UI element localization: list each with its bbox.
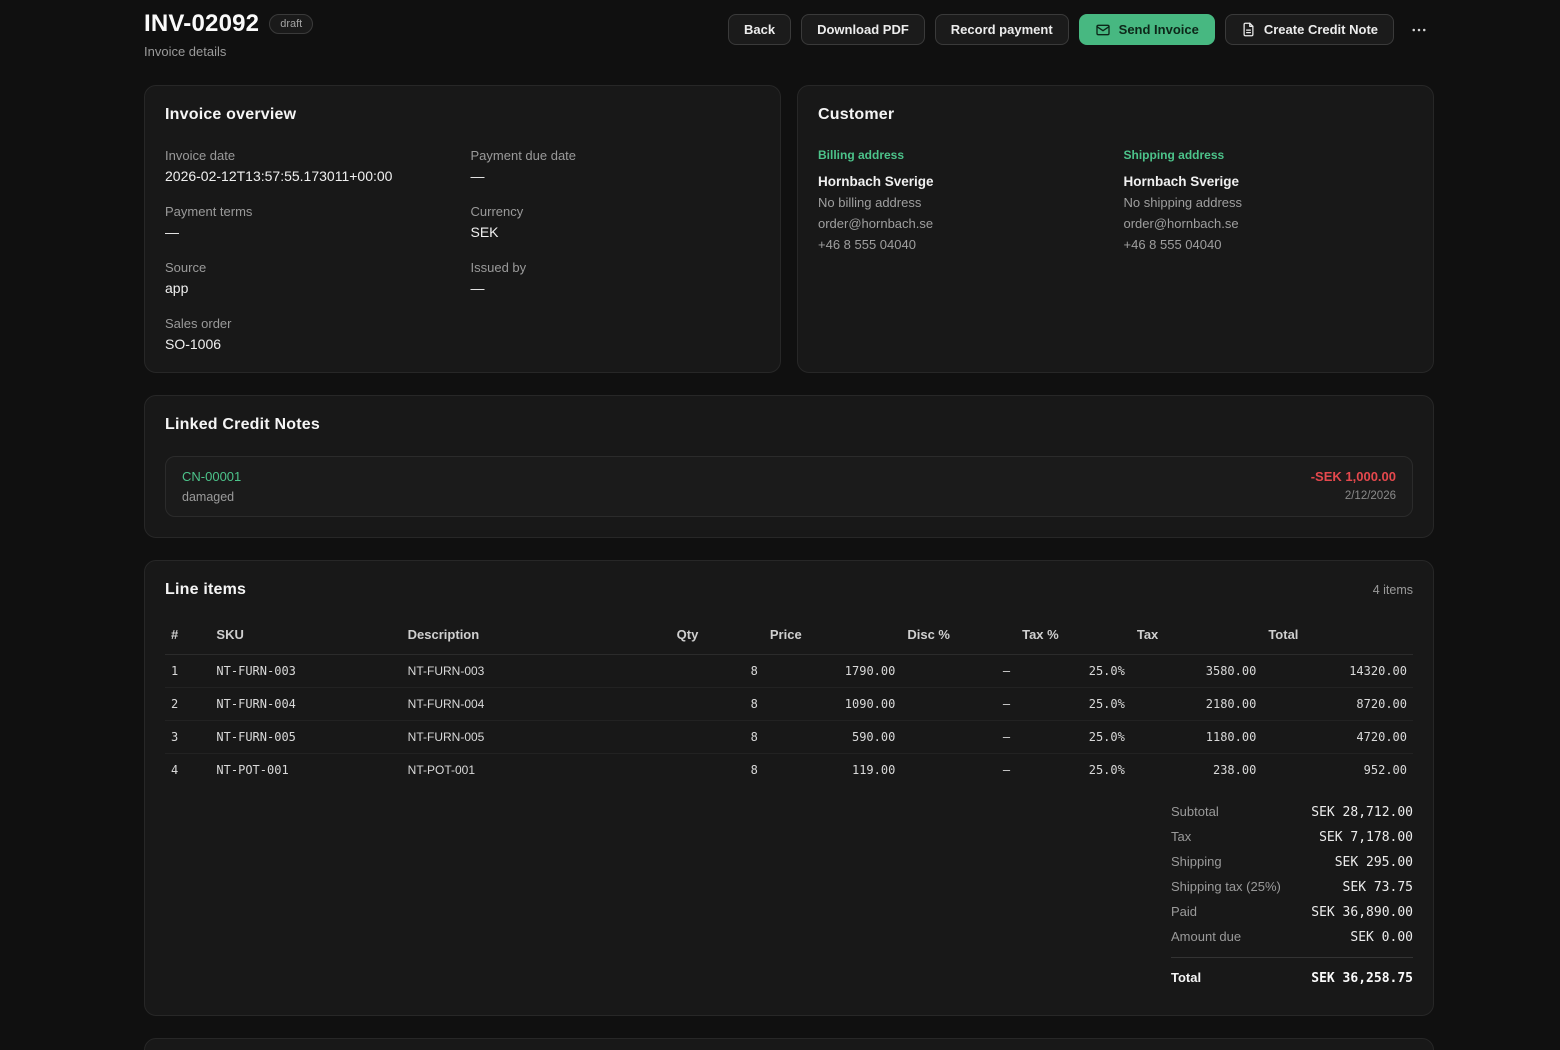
overview-row: Invoice overview Invoice date 2026-02-12… [144,85,1434,373]
billing-address-line: No billing address [818,195,1108,210]
linked-credit-notes-card: Linked Credit Notes CN-00001 damaged -SE… [144,395,1434,538]
ellipsis-icon [1410,21,1428,39]
line-items-card: Line items 4 items # SKU Description Qty… [144,560,1434,1016]
table-row: 3 NT-FURN-005 NT-FURN-005 8 590.00 – 25.… [165,721,1413,754]
more-options-button[interactable] [1404,14,1434,45]
customer-addresses: Billing address Hornbach Sverige No bill… [818,148,1413,252]
invoice-detail-page: INV-02092 draft Invoice details Back Dow… [0,0,1560,1050]
page-title: INV-02092 [144,10,259,38]
billing-name: Hornbach Sverige [818,174,1108,189]
totals-block: Subtotal SEK 28,712.00 Tax SEK 7,178.00 … [1171,804,1413,995]
credit-note-item[interactable]: CN-00001 damaged -SEK 1,000.00 2/12/2026 [165,456,1413,517]
field-invoice-date: Invoice date 2026-02-12T13:57:55.173011+… [165,148,455,184]
status-badge: draft [269,14,313,34]
field-issued-by: Issued by — [471,260,761,296]
credit-note-link[interactable]: CN-00001 [182,469,241,484]
invoice-overview-card: Invoice overview Invoice date 2026-02-12… [144,85,781,373]
field-sales-order: Sales order SO-1006 [165,316,455,352]
billing-address-block: Billing address Hornbach Sverige No bill… [818,148,1108,252]
totals-tax: Tax SEK 7,178.00 [1171,829,1413,845]
shipping-address-label: Shipping address [1124,148,1414,162]
send-invoice-button[interactable]: Send Invoice [1079,14,1215,45]
shipping-phone: +46 8 555 04040 [1124,237,1414,252]
billing-phone: +46 8 555 04040 [818,237,1108,252]
customer-card: Customer Billing address Hornbach Sverig… [797,85,1434,373]
billing-address-label: Billing address [818,148,1108,162]
record-payment-button[interactable]: Record payment [935,14,1069,45]
shipping-email: order@hornbach.se [1124,216,1414,231]
totals-amount-due: Amount due SEK 0.00 [1171,929,1413,945]
download-pdf-button[interactable]: Download PDF [801,14,925,45]
totals-subtotal: Subtotal SEK 28,712.00 [1171,804,1413,820]
credit-note-date: 2/12/2026 [1311,490,1396,502]
page-subtitle: Invoice details [144,44,313,59]
table-header-row: # SKU Description Qty Price Disc % Tax %… [165,617,1413,655]
page-header: INV-02092 draft Invoice details Back Dow… [144,10,1434,59]
col-disc: Disc % [901,617,1016,655]
line-items-title: Line items [165,581,246,599]
invoice-overview-title: Invoice overview [165,106,760,124]
linked-credit-notes-title: Linked Credit Notes [165,416,1413,434]
totals-shipping-tax: Shipping tax (25%) SEK 73.75 [1171,879,1413,895]
col-sku: SKU [210,617,401,655]
totals-grand-total: Total SEK 36,258.75 [1171,957,1413,986]
mail-icon [1095,22,1111,38]
field-payment-due-date: Payment due date — [471,148,761,184]
shipping-address-block: Shipping address Hornbach Sverige No shi… [1124,148,1414,252]
field-currency: Currency SEK [471,204,761,240]
customer-title: Customer [818,106,1413,124]
table-row: 1 NT-FURN-003 NT-FURN-003 8 1790.00 – 25… [165,655,1413,688]
field-payment-terms: Payment terms — [165,204,455,240]
credit-note-right: -SEK 1,000.00 2/12/2026 [1311,469,1396,502]
shipping-name: Hornbach Sverige [1124,174,1414,189]
table-row: 4 NT-POT-001 NT-POT-001 8 119.00 – 25.0%… [165,754,1413,787]
shipping-address-line: No shipping address [1124,195,1414,210]
col-tax-pct: Tax % [1016,617,1131,655]
col-total: Total [1262,617,1413,655]
line-items-count: 4 items [1373,583,1413,597]
col-tax: Tax [1131,617,1262,655]
col-index: # [165,617,210,655]
header-actions: Back Download PDF Record payment Send In… [728,14,1434,45]
credit-note-amount: -SEK 1,000.00 [1311,469,1396,484]
line-items-table: # SKU Description Qty Price Disc % Tax %… [165,617,1413,786]
table-row: 2 NT-FURN-004 NT-FURN-004 8 1090.00 – 25… [165,688,1413,721]
credit-note-reason: damaged [182,490,241,504]
create-credit-note-button[interactable]: Create Credit Note [1225,14,1394,45]
col-description: Description [402,617,671,655]
invoice-overview-fields: Invoice date 2026-02-12T13:57:55.173011+… [165,148,760,352]
title-block: INV-02092 draft Invoice details [144,10,313,59]
billing-email: order@hornbach.se [818,216,1108,231]
totals-wrap: Subtotal SEK 28,712.00 Tax SEK 7,178.00 … [165,804,1413,995]
line-items-header: Line items 4 items [165,581,1413,599]
col-price: Price [764,617,901,655]
col-qty: Qty [671,617,764,655]
credit-note-left: CN-00001 damaged [182,469,241,504]
back-button[interactable]: Back [728,14,791,45]
totals-paid: Paid SEK 36,890.00 [1171,904,1413,920]
document-icon [1241,22,1256,37]
field-source: Source app [165,260,455,296]
create-credit-note-label: Create Credit Note [1264,22,1378,37]
payment-summary-card: Payment summary Track payments received … [144,1038,1434,1050]
totals-shipping: Shipping SEK 295.00 [1171,854,1413,870]
send-invoice-label: Send Invoice [1119,22,1199,37]
